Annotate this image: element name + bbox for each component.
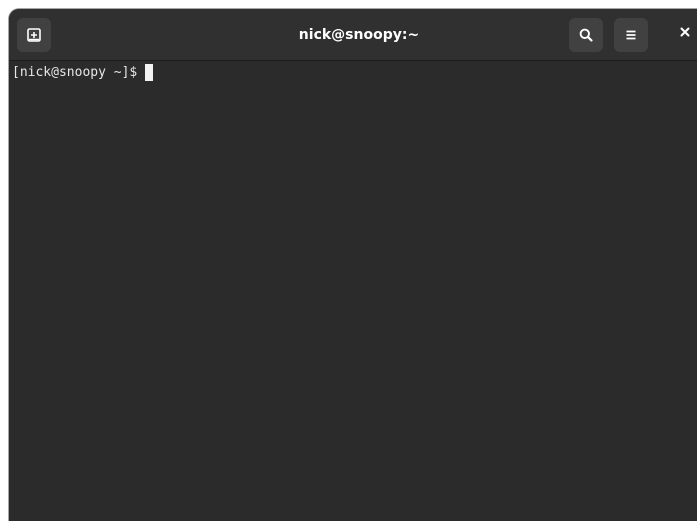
search-icon bbox=[578, 27, 594, 43]
close-button[interactable] bbox=[672, 21, 697, 47]
new-tab-button[interactable] bbox=[17, 18, 51, 52]
search-button[interactable] bbox=[569, 18, 603, 52]
terminal-window: nick@snoopy:~ [nick@snoopy ~]$ bbox=[9, 9, 697, 521]
terminal-area[interactable]: [nick@snoopy ~]$ bbox=[9, 61, 697, 521]
hamburger-menu-icon bbox=[623, 27, 639, 43]
window-title: nick@snoopy:~ bbox=[298, 27, 420, 43]
new-tab-icon bbox=[26, 27, 42, 43]
close-icon bbox=[679, 25, 691, 43]
prompt-line: [nick@snoopy ~]$ bbox=[12, 64, 154, 81]
main-menu-button[interactable] bbox=[614, 18, 648, 52]
header-bar: nick@snoopy:~ bbox=[9, 9, 697, 61]
text-cursor bbox=[145, 64, 154, 81]
shell-prompt: [nick@snoopy ~]$ bbox=[12, 65, 138, 80]
